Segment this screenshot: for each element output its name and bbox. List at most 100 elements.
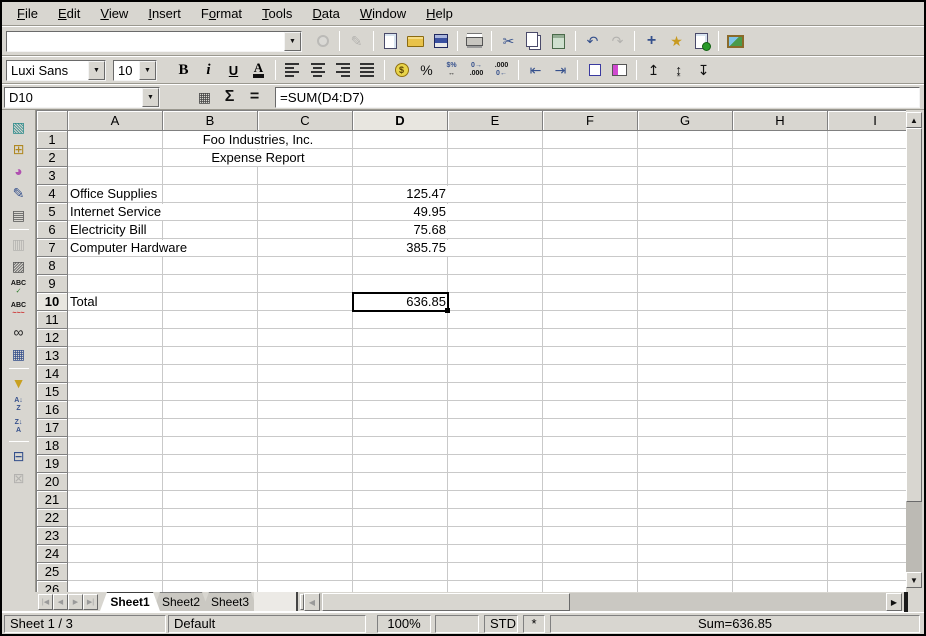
- menu-insert[interactable]: Insert: [139, 4, 190, 23]
- align-top-button[interactable]: ↥: [642, 59, 665, 81]
- increase-indent-button[interactable]: ⇥: [549, 59, 572, 81]
- row-header-11[interactable]: 11: [37, 311, 68, 329]
- row-header-10[interactable]: 10: [37, 293, 68, 311]
- menu-format[interactable]: Format: [192, 4, 251, 23]
- row-header-6[interactable]: 6: [37, 221, 68, 239]
- font-size-input[interactable]: [114, 61, 139, 80]
- column-header-b[interactable]: B: [163, 111, 258, 131]
- menu-data[interactable]: Data: [303, 4, 348, 23]
- add-decimal-button[interactable]: 0→.000: [465, 59, 488, 81]
- scroll-down-button[interactable]: ▼: [906, 572, 922, 588]
- row-header-25[interactable]: 25: [37, 563, 68, 581]
- cell-d4[interactable]: 125.47: [353, 185, 448, 203]
- select-all-corner[interactable]: [37, 111, 68, 131]
- cell-a2[interactable]: Expense Report: [68, 149, 448, 167]
- align-bottom-button[interactable]: ↧: [692, 59, 715, 81]
- row-header-26[interactable]: 26: [37, 581, 68, 592]
- sheet-tab-sheet1[interactable]: Sheet1: [100, 592, 160, 611]
- delete-decimal-button[interactable]: .0000←: [490, 59, 513, 81]
- align-vcenter-button[interactable]: ↨: [667, 59, 690, 81]
- sheet-tab-sheet2[interactable]: Sheet2: [153, 592, 209, 611]
- find-replace-icon[interactable]: ∞: [7, 321, 30, 343]
- document-globe-icon[interactable]: [690, 30, 713, 52]
- cell-d10[interactable]: 636.85: [353, 293, 448, 311]
- paste-icon[interactable]: [547, 30, 570, 52]
- row-header-2[interactable]: 2: [37, 149, 68, 167]
- autofilter-icon[interactable]: ▼: [7, 372, 30, 394]
- background-color-button[interactable]: [608, 59, 631, 81]
- menu-edit[interactable]: Edit: [49, 4, 89, 23]
- url-dropdown-button[interactable]: ▼: [284, 32, 301, 51]
- sheet-tab-sheet3[interactable]: Sheet3: [202, 592, 258, 611]
- column-header-a[interactable]: A: [68, 111, 163, 131]
- save-document-icon[interactable]: [429, 30, 452, 52]
- currency-format-button[interactable]: $: [390, 59, 413, 81]
- formula-input[interactable]: [275, 87, 920, 108]
- column-header-c[interactable]: C: [258, 111, 353, 131]
- row-header-3[interactable]: 3: [37, 167, 68, 185]
- standard-format-button[interactable]: $%↔: [440, 59, 463, 81]
- row-header-24[interactable]: 24: [37, 545, 68, 563]
- new-document-icon[interactable]: [379, 30, 402, 52]
- cut-icon[interactable]: ✂: [497, 30, 520, 52]
- scroll-up-button[interactable]: ▲: [906, 112, 922, 128]
- row-header-18[interactable]: 18: [37, 437, 68, 455]
- print-icon[interactable]: [463, 30, 486, 52]
- menu-tools[interactable]: Tools: [253, 4, 301, 23]
- row-header-19[interactable]: 19: [37, 455, 68, 473]
- scroll-right-button[interactable]: ▶: [886, 593, 902, 611]
- row-header-23[interactable]: 23: [37, 527, 68, 545]
- cell-d6[interactable]: 75.68: [353, 221, 448, 239]
- column-header-i[interactable]: I: [828, 111, 906, 131]
- horizontal-scroll-thumb[interactable]: [322, 593, 570, 611]
- column-header-e[interactable]: E: [448, 111, 543, 131]
- open-document-icon[interactable]: [404, 30, 427, 52]
- equals-icon[interactable]: =: [243, 86, 266, 108]
- percent-format-button[interactable]: %: [415, 59, 438, 81]
- row-header-1[interactable]: 1: [37, 131, 68, 149]
- menu-window[interactable]: Window: [351, 4, 415, 23]
- row-header-12[interactable]: 12: [37, 329, 68, 347]
- gallery-icon[interactable]: [724, 30, 747, 52]
- row-header-15[interactable]: 15: [37, 383, 68, 401]
- row-header-21[interactable]: 21: [37, 491, 68, 509]
- menu-view[interactable]: View: [91, 4, 137, 23]
- cell-reference-dropdown-button[interactable]: ▼: [142, 88, 159, 107]
- insert-object-icon[interactable]: ◕: [7, 160, 30, 182]
- form-functions-icon[interactable]: ▤: [7, 204, 30, 226]
- vertical-scroll-thumb[interactable]: [906, 128, 922, 502]
- row-header-8[interactable]: 8: [37, 257, 68, 275]
- cell-a4[interactable]: Office Supplies: [68, 185, 353, 203]
- navigator-icon[interactable]: +: [640, 30, 663, 52]
- italic-button[interactable]: i: [197, 59, 220, 81]
- data-sources-icon[interactable]: ▦: [7, 343, 30, 365]
- font-color-button[interactable]: A: [247, 59, 270, 81]
- undo-icon[interactable]: ↶: [581, 30, 604, 52]
- cell-a7[interactable]: Computer Hardware: [68, 239, 353, 257]
- row-header-4[interactable]: 4: [37, 185, 68, 203]
- cell-a6[interactable]: Electricity Bill: [68, 221, 353, 239]
- font-name-dropdown-button[interactable]: ▼: [88, 61, 105, 80]
- copy-icon[interactable]: [522, 30, 545, 52]
- align-left-button[interactable]: [281, 59, 304, 81]
- row-header-7[interactable]: 7: [37, 239, 68, 257]
- sum-icon[interactable]: Σ: [218, 86, 241, 108]
- column-header-g[interactable]: G: [638, 111, 733, 131]
- row-header-20[interactable]: 20: [37, 473, 68, 491]
- cell-d5[interactable]: 49.95: [353, 203, 448, 221]
- column-header-d[interactable]: D: [353, 111, 448, 131]
- function-wizard-icon[interactable]: ▦: [193, 86, 216, 108]
- borders-button[interactable]: [583, 59, 606, 81]
- cell-a5[interactable]: Internet Service: [68, 203, 353, 221]
- autospellcheck-icon[interactable]: ABC~~~: [7, 299, 30, 321]
- row-header-17[interactable]: 17: [37, 419, 68, 437]
- cell-area[interactable]: Foo Industries, Inc.Expense ReportOffice…: [68, 131, 906, 592]
- column-header-f[interactable]: F: [543, 111, 638, 131]
- autopilot-icon[interactable]: ★: [665, 30, 688, 52]
- bold-button[interactable]: B: [172, 59, 195, 81]
- draw-functions-icon[interactable]: ✎: [7, 182, 30, 204]
- decrease-indent-button[interactable]: ⇤: [524, 59, 547, 81]
- column-header-h[interactable]: H: [733, 111, 828, 131]
- insert-cells-icon[interactable]: ⊞: [7, 138, 30, 160]
- underline-button[interactable]: U: [222, 59, 245, 81]
